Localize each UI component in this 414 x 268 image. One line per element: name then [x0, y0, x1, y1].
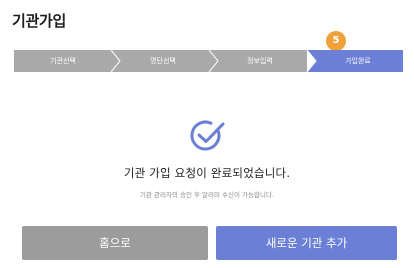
step-signup-complete: 가입완료	[345, 57, 371, 65]
step-institution-select: 기관선택	[50, 57, 76, 65]
step-info-input: 정보입력	[247, 57, 273, 65]
completion-message: 기관 가입 요청이 완료되었습니다.	[123, 166, 291, 180]
step-progress-bar: 기관선택 명단선택 정보입력 가입완료	[14, 50, 403, 72]
current-step-badge: 5	[326, 31, 346, 51]
check-circle-icon	[190, 120, 225, 151]
home-button[interactable]: 홈으로	[22, 226, 208, 260]
add-new-institution-button[interactable]: 새로운 기관 추가	[216, 226, 397, 260]
approval-notice: 기관 관리자의 승인 후 알리미 수신이 가능합니다.	[139, 191, 275, 199]
step-roster-select: 명단선택	[150, 57, 176, 65]
page-title: 기관가입	[12, 12, 67, 30]
